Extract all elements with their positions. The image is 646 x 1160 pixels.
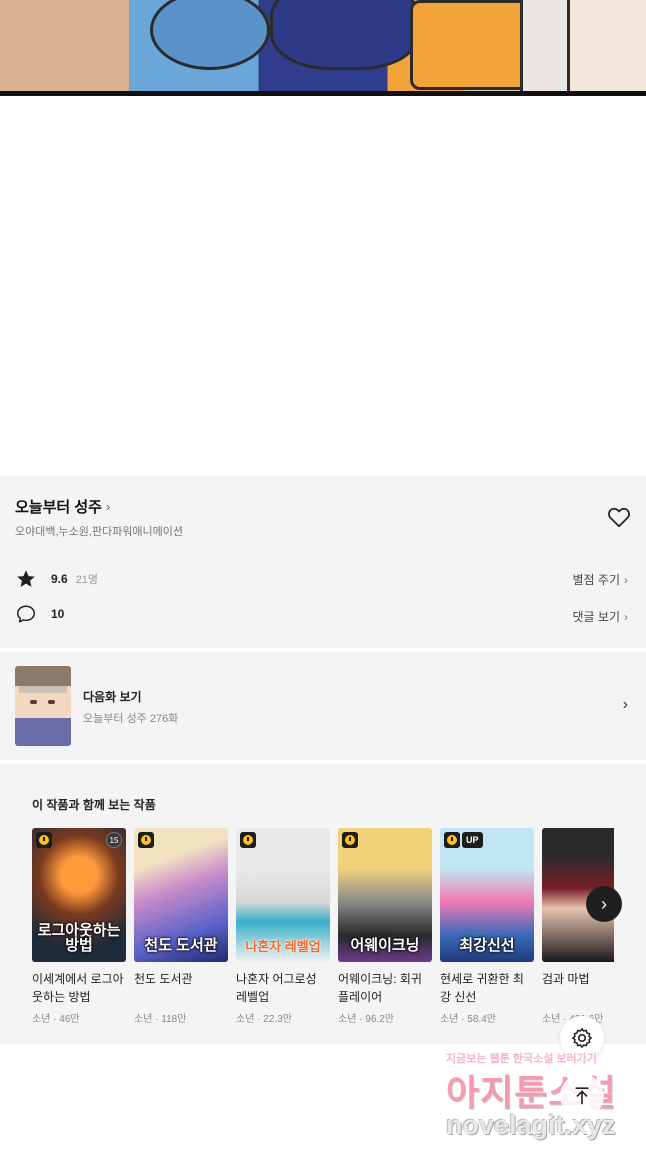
recommendation-meta: 소년 · 118만 — [134, 1014, 187, 1025]
comment-bubble-icon — [17, 605, 35, 623]
clock-icon — [342, 832, 358, 848]
cover-title-art: 나혼자 레벨업 — [245, 939, 321, 955]
recommendations-heading: 이 작품과 함께 보는 작품 — [32, 798, 156, 812]
cover-title-art: 최강신선 — [459, 937, 515, 955]
series-authors: 오야대백,누소원,판다파워애니메이션 — [15, 526, 184, 538]
recommendation-title: 현세로 귀환한 최강 신선 — [440, 972, 524, 1004]
clock-icon — [36, 832, 52, 848]
gear-icon — [572, 1028, 592, 1048]
next-episode-thumbnail — [15, 666, 71, 746]
carousel-next-button[interactable]: › — [586, 886, 622, 922]
recommendation-meta: 소년 · 96.2만 — [338, 1014, 394, 1025]
chevron-right-icon: › — [624, 609, 628, 624]
rate-button[interactable]: 별점 주기 › — [573, 571, 629, 588]
rate-button-label: 별점 주기 — [572, 573, 621, 587]
recommendation-title: 나혼자 어그로성 레벨업 — [236, 972, 317, 1004]
comment-row: 10 — [15, 603, 64, 625]
recommendation-card[interactable]: 검과 마법 소년 · 431.6만 — [542, 828, 614, 1025]
thumbnail-art — [19, 686, 67, 693]
settings-button[interactable] — [560, 1016, 604, 1060]
cover-title-art: 로그아웃하는 방법 — [37, 921, 121, 955]
comments-button-label: 댓글 보기 — [572, 610, 621, 624]
star-icon — [17, 570, 35, 587]
update-badge: UP — [462, 832, 483, 848]
chevron-right-icon: › — [624, 572, 628, 587]
recommendation-card[interactable]: 나혼자 레벨업 나혼자 어그로성 레벨업 소년 · 22.3만 — [236, 828, 330, 1025]
clock-icon — [138, 832, 154, 848]
next-episode-label: 다음화 보기 — [83, 690, 142, 704]
rating-count: 21명 — [75, 574, 99, 586]
scroll-to-top-button[interactable] — [560, 1074, 604, 1118]
chevron-right-icon: › — [105, 499, 111, 514]
clock-icon — [240, 832, 256, 848]
chevron-right-icon: › — [601, 893, 607, 914]
recommendations-carousel: 15 로그아웃하는 방법 이세계에서 로그아웃하는 방법 소년 · 46만 천도… — [32, 828, 614, 1038]
comic-art-figure — [410, 0, 530, 90]
comic-panel-image — [0, 0, 646, 96]
comic-art-figure — [150, 0, 270, 70]
chevron-right-icon: › — [622, 696, 628, 713]
cover-title-art: 어웨이크닝 — [350, 937, 420, 955]
comic-art-figure — [520, 0, 570, 96]
recommendation-cover: 15 로그아웃하는 방법 — [32, 828, 126, 962]
comic-art-figure — [270, 0, 420, 70]
recommendation-meta: 소년 · 46만 — [32, 1014, 80, 1025]
rating-score: 9.6 — [51, 572, 68, 586]
recommendation-card[interactable]: 15 로그아웃하는 방법 이세계에서 로그아웃하는 방법 소년 · 46만 — [32, 828, 126, 1025]
heart-outline-icon[interactable] — [606, 504, 632, 530]
thumbnail-art — [30, 700, 37, 704]
recommendation-card[interactable]: 천도 도서관 천도 도서관 소년 · 118만 — [134, 828, 228, 1025]
recommendation-cover: UP 최강신선 — [440, 828, 534, 962]
recommendation-title: 천도 도서관 — [134, 972, 193, 986]
clock-icon — [444, 832, 460, 848]
recommendation-cover: 나혼자 레벨업 — [236, 828, 330, 962]
series-info-section: 오늘부터 성주 › 오야대백,누소원,판다파워애니메이션 9.6 21명 별점 … — [0, 476, 646, 648]
recommendation-card[interactable]: UP 최강신선 현세로 귀환한 최강 신선 소년 · 58.4만 — [440, 828, 534, 1025]
rating-row: 9.6 21명 — [15, 568, 98, 590]
recommendation-title: 검과 마법 — [542, 972, 590, 986]
recommendation-cover: 천도 도서관 — [134, 828, 228, 962]
thumbnail-art — [48, 700, 55, 704]
comment-count: 10 — [51, 607, 65, 621]
next-episode-subtitle: 오늘부터 성주 276화 — [83, 713, 179, 725]
series-title: 오늘부터 성주 — [15, 499, 102, 516]
age-rating-badge: 15 — [106, 832, 122, 848]
next-episode-card[interactable]: 다음화 보기 오늘부터 성주 276화 › — [0, 652, 646, 760]
recommendation-title: 어웨이크닝: 회귀 플레이어 — [338, 972, 422, 1004]
recommendation-title: 이세계에서 로그아웃하는 방법 — [32, 972, 124, 1004]
recommendation-meta: 소년 · 58.4만 — [440, 1014, 496, 1025]
series-title-link[interactable]: 오늘부터 성주 › — [15, 496, 110, 517]
recommendation-card[interactable]: 어웨이크닝 어웨이크닝: 회귀 플레이어 소년 · 96.2만 — [338, 828, 432, 1025]
cover-title-art: 천도 도서관 — [144, 937, 218, 955]
comments-button[interactable]: 댓글 보기 › — [573, 608, 629, 625]
arrow-up-icon — [575, 1087, 589, 1105]
recommendation-meta: 소년 · 22.3만 — [236, 1014, 292, 1025]
comic-panel-border — [0, 91, 646, 96]
recommendations-section: 이 작품과 함께 보는 작품 15 로그아웃하는 방법 이세계에서 로그아웃하는… — [0, 764, 646, 1044]
recommendation-cover: 어웨이크닝 — [338, 828, 432, 962]
